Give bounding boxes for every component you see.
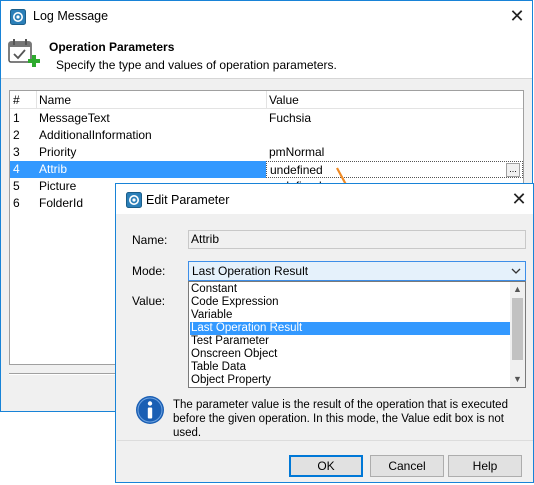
calendar-add-icon — [8, 39, 40, 67]
close-icon[interactable]: ✕ — [506, 5, 528, 27]
info-text: The parameter value is the result of the… — [173, 399, 508, 439]
row-number: 1 — [13, 111, 20, 125]
list-scrollbar[interactable]: ▲ ▼ — [510, 282, 525, 387]
table-row[interactable]: 3 Priority pmNormal — [10, 144, 523, 161]
row-number: 5 — [13, 179, 20, 193]
name-label: Name: — [132, 233, 168, 247]
column-header-value[interactable]: Value — [269, 92, 299, 109]
dialog-title: Edit Parameter — [146, 193, 230, 207]
row-number: 6 — [13, 196, 20, 210]
mode-select[interactable]: Last Operation Result — [188, 261, 526, 281]
mode-option-constant[interactable]: Constant — [190, 283, 510, 296]
mode-option-onscreen-object[interactable]: Onscreen Object — [190, 348, 510, 361]
dialog-title-bar: Edit Parameter ✕ — [116, 184, 533, 214]
mode-dropdown-list[interactable]: Constant Code Expression Variable Last O… — [188, 281, 526, 388]
row-name: Attrib — [36, 161, 266, 178]
info-panel: The parameter value is the result of the… — [131, 389, 524, 439]
mode-option-variable[interactable]: Variable — [190, 309, 510, 322]
row-value[interactable]: Fuchsia — [266, 110, 523, 127]
scroll-up-icon[interactable]: ▲ — [510, 282, 525, 297]
button-bar: OK Cancel Help — [117, 440, 533, 482]
cancel-button[interactable]: Cancel — [370, 455, 444, 477]
mode-label: Mode: — [132, 264, 166, 278]
footer-divider — [9, 373, 119, 375]
mode-option-table-data[interactable]: Table Data — [190, 361, 510, 374]
ok-button[interactable]: OK — [289, 455, 363, 477]
app-gear-icon — [10, 9, 26, 25]
scroll-thumb[interactable] — [512, 298, 523, 360]
grid-header: # Name Value — [10, 91, 523, 109]
row-value[interactable] — [266, 127, 523, 144]
column-header-name[interactable]: Name — [39, 92, 71, 109]
row-name: Priority — [39, 145, 77, 159]
app-gear-icon — [126, 192, 142, 208]
window-title: Log Message — [33, 9, 109, 23]
table-row[interactable]: 2 AdditionalInformation — [10, 127, 523, 144]
mode-select-value: Last Operation Result — [192, 264, 309, 278]
scroll-down-icon[interactable]: ▼ — [510, 372, 525, 387]
table-row-selected[interactable]: 4 Attrib undefined ... — [10, 161, 523, 178]
row-number: 4 — [10, 161, 36, 178]
header-subtitle: Specify the type and values of operation… — [56, 58, 337, 72]
column-header-number[interactable]: # — [13, 92, 20, 109]
header-title: Operation Parameters — [49, 40, 175, 54]
row-value[interactable]: pmNormal — [266, 144, 523, 161]
header-band: Operation Parameters Specify the type an… — [1, 31, 532, 79]
mode-option-test-parameter[interactable]: Test Parameter — [190, 335, 510, 348]
row-value-editor[interactable]: undefined ... — [266, 161, 523, 178]
value-label: Value: — [132, 294, 166, 308]
mode-option-code-expression[interactable]: Code Expression — [190, 296, 510, 309]
name-field: Attrib — [188, 230, 526, 249]
close-icon[interactable]: ✕ — [508, 188, 530, 210]
help-button[interactable]: Help — [448, 455, 522, 477]
row-name: AdditionalInformation — [39, 128, 152, 142]
ellipsis-button[interactable]: ... — [506, 163, 520, 177]
info-icon — [136, 396, 164, 424]
row-name: MessageText — [39, 111, 110, 125]
chevron-down-icon[interactable] — [510, 262, 522, 280]
edit-parameter-dialog: Edit Parameter ✕ Name: Attrib Mode: Last… — [115, 183, 534, 483]
title-bar: Log Message ✕ — [1, 1, 532, 31]
mode-option-last-operation-result[interactable]: Last Operation Result — [190, 322, 510, 335]
table-row[interactable]: 1 MessageText Fuchsia — [10, 110, 523, 127]
row-number: 3 — [13, 145, 20, 159]
row-number: 2 — [13, 128, 20, 142]
mode-option-object-property[interactable]: Object Property — [190, 374, 510, 387]
row-value: undefined — [270, 163, 323, 177]
